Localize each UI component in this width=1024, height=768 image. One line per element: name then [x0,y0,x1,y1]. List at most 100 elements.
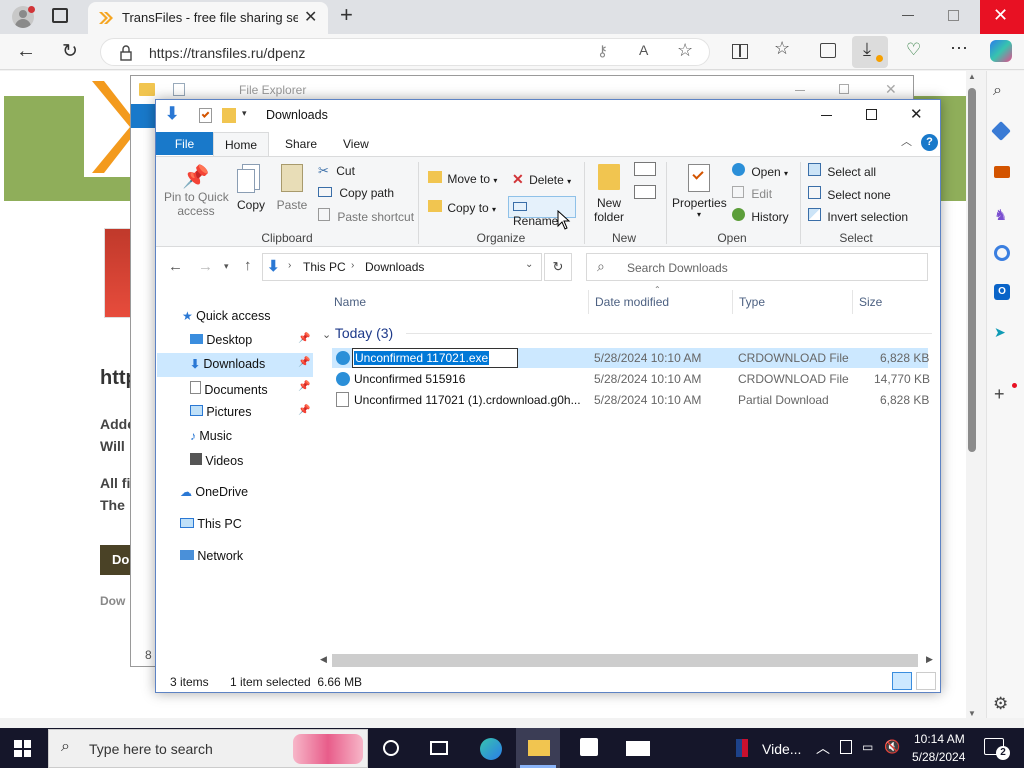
outlook-icon[interactable]: O [994,284,1010,300]
tray-icon[interactable]: ▭ [862,740,873,754]
close-icon[interactable]: ✕ [910,105,923,123]
move-to-button[interactable]: Move to ▾ [428,171,497,186]
breadcrumb[interactable]: ⬇ › This PC › Downloads ⌄ [262,253,542,281]
bg-close-icon[interactable]: ✕ [885,81,897,98]
breadcrumb-downloads[interactable]: Downloads [365,260,424,274]
maximize-icon[interactable] [866,109,877,120]
forward-nav-icon[interactable]: → [198,258,213,275]
details-view-icon[interactable] [892,672,912,690]
volume-mute-icon[interactable]: 🔇 [884,739,900,755]
restore-browser-icon[interactable] [948,10,959,21]
properties-qa-icon[interactable] [199,108,212,123]
clock-date[interactable]: 5/28/2024 [912,750,965,764]
close-browser-button[interactable]: ✕ [980,0,1024,34]
start-windows-icon[interactable] [14,740,31,757]
refresh-button[interactable]: ↻ [544,253,572,281]
scroll-down-icon[interactable]: ▼ [968,709,976,718]
browser-essentials-icon[interactable]: ♡ [906,40,921,60]
table-row[interactable]: Unconfirmed 117021 (1).crdownload.g0h...… [332,390,929,410]
recent-locations-icon[interactable]: ▾ [224,261,229,272]
pin-quick-access-button[interactable]: 📌 Pin to Quick access [164,164,229,226]
settings-gear-icon[interactable]: ⚙ [993,694,1008,714]
table-row[interactable]: Unconfirmed 515916 5/28/2024 10:10 AM CR… [332,369,930,389]
nav-network[interactable]: Network [180,549,243,563]
tab-home[interactable]: Home [213,132,269,157]
up-nav-icon[interactable]: ↑ [244,257,252,274]
file-explorer-window[interactable]: ⬇ ▾ Downloads ✕ File Home Share View ︿ ?… [155,99,941,693]
back-icon[interactable]: ← [16,40,36,63]
more-menu-icon[interactable]: ⋯ [950,38,968,59]
scroll-up-icon[interactable]: ▲ [968,72,976,81]
paste-button[interactable]: Paste [274,164,310,214]
copy-path-button[interactable]: Copy path [318,186,394,200]
refresh-icon[interactable]: ↻ [62,40,78,63]
easy-access-button[interactable] [634,185,656,199]
cut-button[interactable]: ✂ Cut [318,163,355,179]
video-widget-label[interactable]: Vide... [762,741,801,757]
task-view-icon[interactable] [430,741,448,755]
rename-input[interactable]: Unconfirmed 117021.exe [352,348,518,368]
split-screen-icon[interactable] [732,44,748,59]
nav-quick-access[interactable]: ★ Quick access [182,309,270,323]
collapse-ribbon-icon[interactable]: ︿ [901,133,912,149]
column-name[interactable]: Name [334,295,366,309]
store-icon[interactable] [580,738,598,756]
scroll-right-icon[interactable]: ▶ [926,654,933,665]
tab-share[interactable]: Share [285,137,317,151]
taskbar-search-box[interactable]: ⌕ Type here to search [48,729,368,768]
tab-actions-icon[interactable] [52,8,68,23]
add-sidebar-icon[interactable]: + [994,384,1005,405]
column-size[interactable]: Size [859,295,882,309]
nav-videos[interactable]: Videos [190,453,243,468]
minimize-icon[interactable] [821,115,832,116]
nav-documents[interactable]: Documents [190,381,268,397]
download-arrow-icon[interactable]: ⬇ [165,104,179,124]
new-item-button[interactable] [634,162,656,176]
customize-qa-icon[interactable]: ▾ [242,108,247,119]
search-icon[interactable]: ⌕ [993,82,1002,100]
new-folder-button[interactable]: New folder [590,164,628,224]
back-nav-icon[interactable]: ← [168,258,183,275]
minimize-browser-icon[interactable] [902,15,914,16]
nav-pictures[interactable]: Pictures [190,405,252,419]
open-button[interactable]: Open ▾ [732,163,788,179]
office-icon[interactable] [994,245,1010,261]
address-bar[interactable]: https://transfiles.ru/dpenz ⚷ A ☆ [100,38,710,66]
collections-icon[interactable] [820,43,836,58]
tools-icon[interactable] [994,166,1010,178]
new-folder-qa-icon[interactable] [222,108,236,123]
clock-time[interactable]: 10:14 AM [914,732,965,746]
mail-icon[interactable] [626,741,650,756]
select-none-button[interactable]: Select none [808,186,891,202]
send-icon[interactable]: ➤ [994,324,1006,341]
key-icon[interactable]: ⚷ [597,42,608,60]
search-field[interactable]: ⌕ Search Downloads [586,253,928,281]
paste-shortcut-button[interactable]: Paste shortcut [318,208,414,224]
tab-file[interactable]: File [156,132,213,155]
edit-button[interactable]: Edit [732,186,772,201]
games-icon[interactable]: ♞ [994,206,1007,224]
bg-minimize-icon[interactable] [795,90,805,91]
nav-onedrive[interactable]: ☁ OneDrive [180,485,248,499]
copilot-icon[interactable] [990,40,1012,62]
group-header-today[interactable]: ⌄ Today (3) [322,325,393,341]
hidden-icons-icon[interactable]: ︿ [816,738,830,758]
select-all-button[interactable]: Select all [808,163,876,179]
read-aloud-icon[interactable]: A [639,42,648,58]
browser-tab[interactable]: TransFiles - free file sharing servi ✕ [88,2,328,34]
favorites-icon[interactable]: ☆ [774,38,790,59]
nav-this-pc[interactable]: This PC [180,517,242,531]
help-icon[interactable]: ? [921,134,938,151]
edge-taskbar-icon[interactable] [480,738,502,760]
nav-downloads[interactable]: ⬇ Downloads [190,357,265,371]
nav-music[interactable]: ♪ Music [190,429,232,443]
favorite-star-icon[interactable]: ☆ [677,40,693,61]
delete-button[interactable]: ✕ Delete ▾ [512,171,571,188]
bg-maximize-icon[interactable] [839,84,849,94]
large-icons-view-icon[interactable] [916,672,936,690]
invert-selection-button[interactable]: Invert selection [808,208,908,224]
close-tab-icon[interactable]: ✕ [304,7,317,27]
copy-to-button[interactable]: Copy to ▾ [428,200,496,215]
page-scroll-thumb[interactable] [968,88,976,452]
scroll-left-icon[interactable]: ◀ [320,654,327,665]
